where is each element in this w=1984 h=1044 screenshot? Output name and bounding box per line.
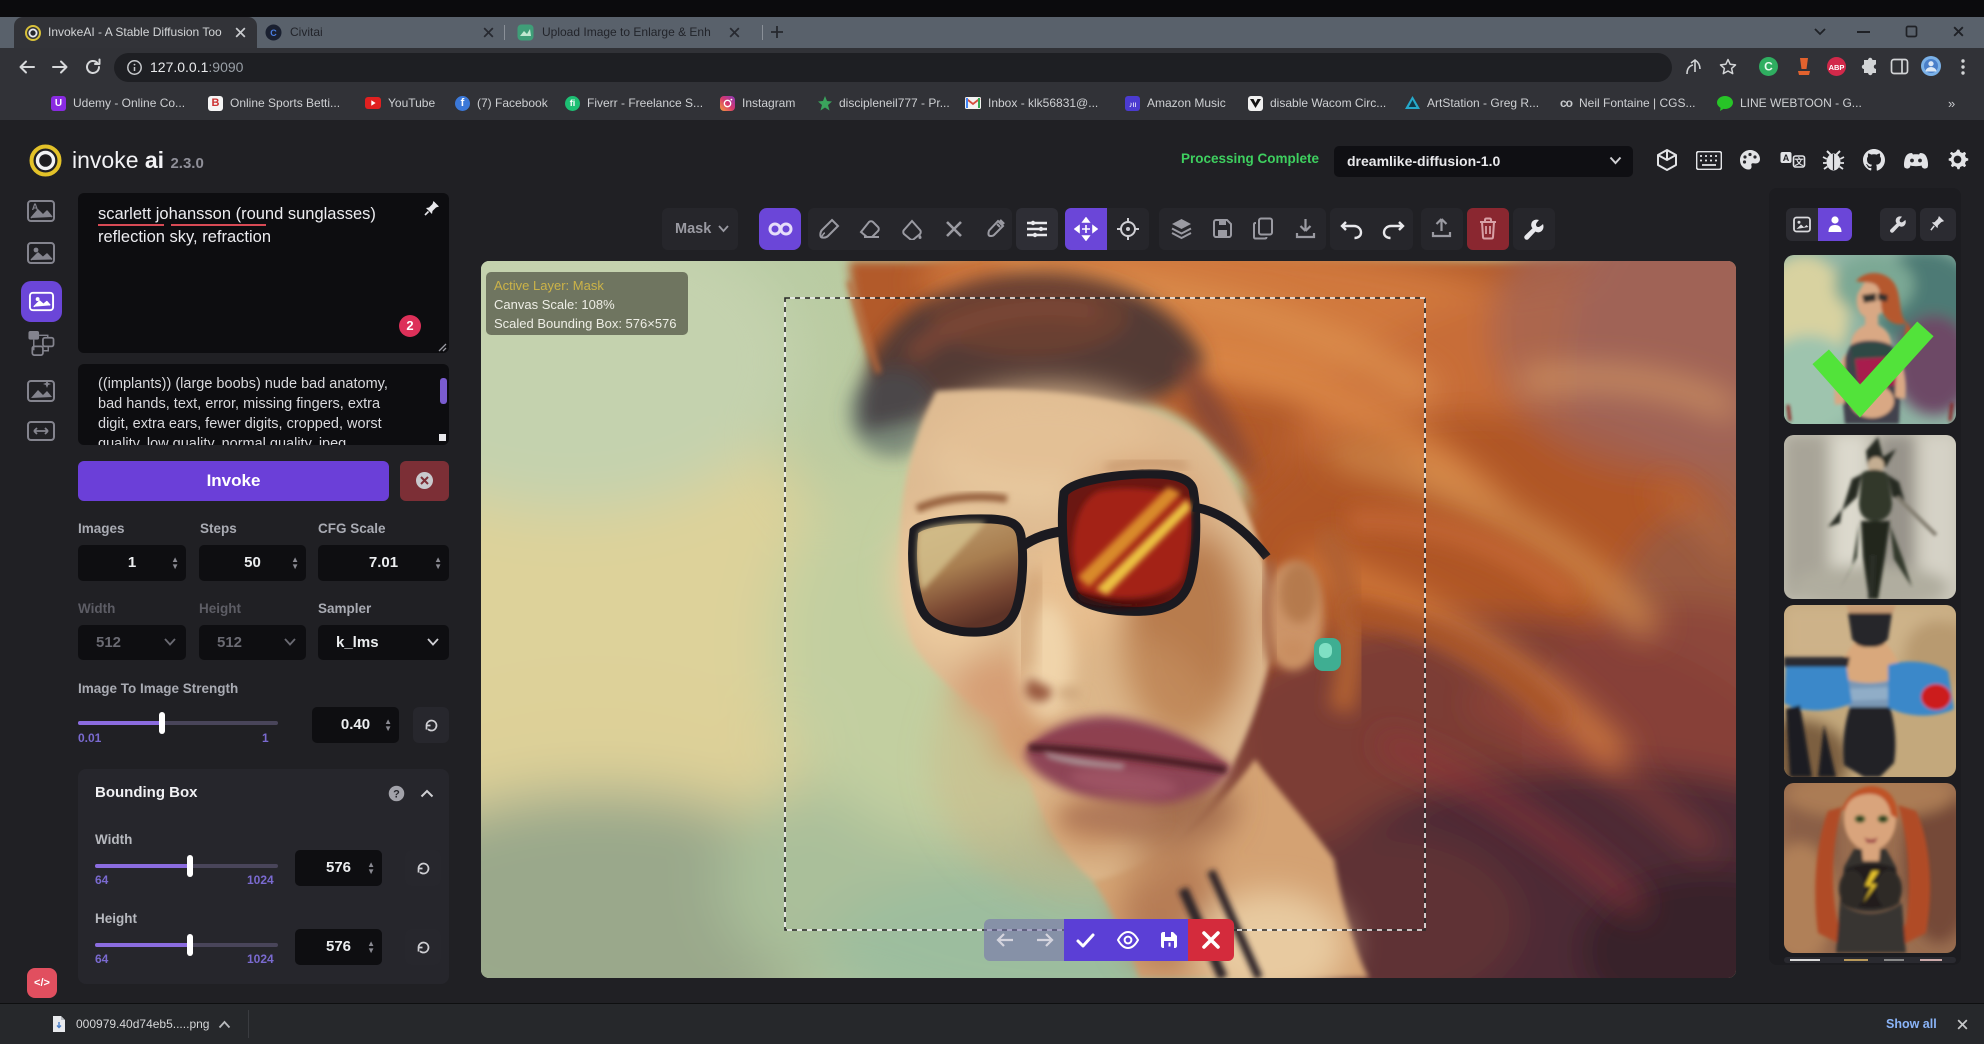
svg-text:文: 文 [1793, 156, 1804, 167]
svg-text:A: A [1783, 153, 1790, 163]
svg-text:?: ? [393, 788, 400, 800]
svg-text:C: C [270, 28, 277, 38]
svg-text:ABP: ABP [1829, 63, 1845, 72]
svg-text:C: C [1764, 60, 1773, 74]
